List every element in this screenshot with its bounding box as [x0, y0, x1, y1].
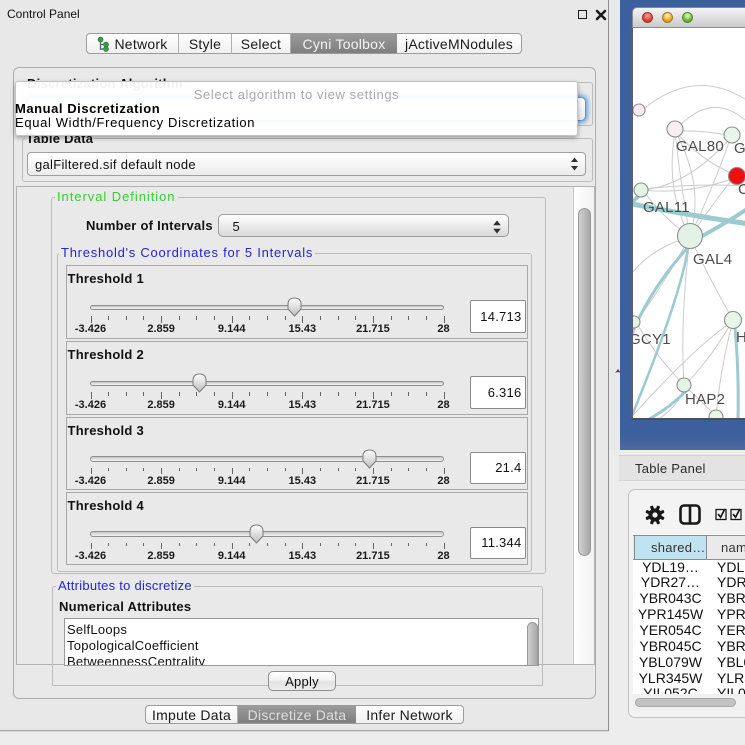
- svg-text:GAL11: GAL11: [643, 199, 690, 216]
- svg-text:GA: GA: [734, 140, 745, 157]
- svg-text:H: H: [736, 329, 745, 346]
- svg-text:GCY1: GCY1: [633, 331, 671, 348]
- svg-text:C: C: [738, 181, 745, 198]
- svg-text:GAL4: GAL4: [693, 251, 732, 268]
- svg-text:HAP2: HAP2: [685, 391, 725, 408]
- svg-text:GAL80: GAL80: [676, 138, 724, 155]
